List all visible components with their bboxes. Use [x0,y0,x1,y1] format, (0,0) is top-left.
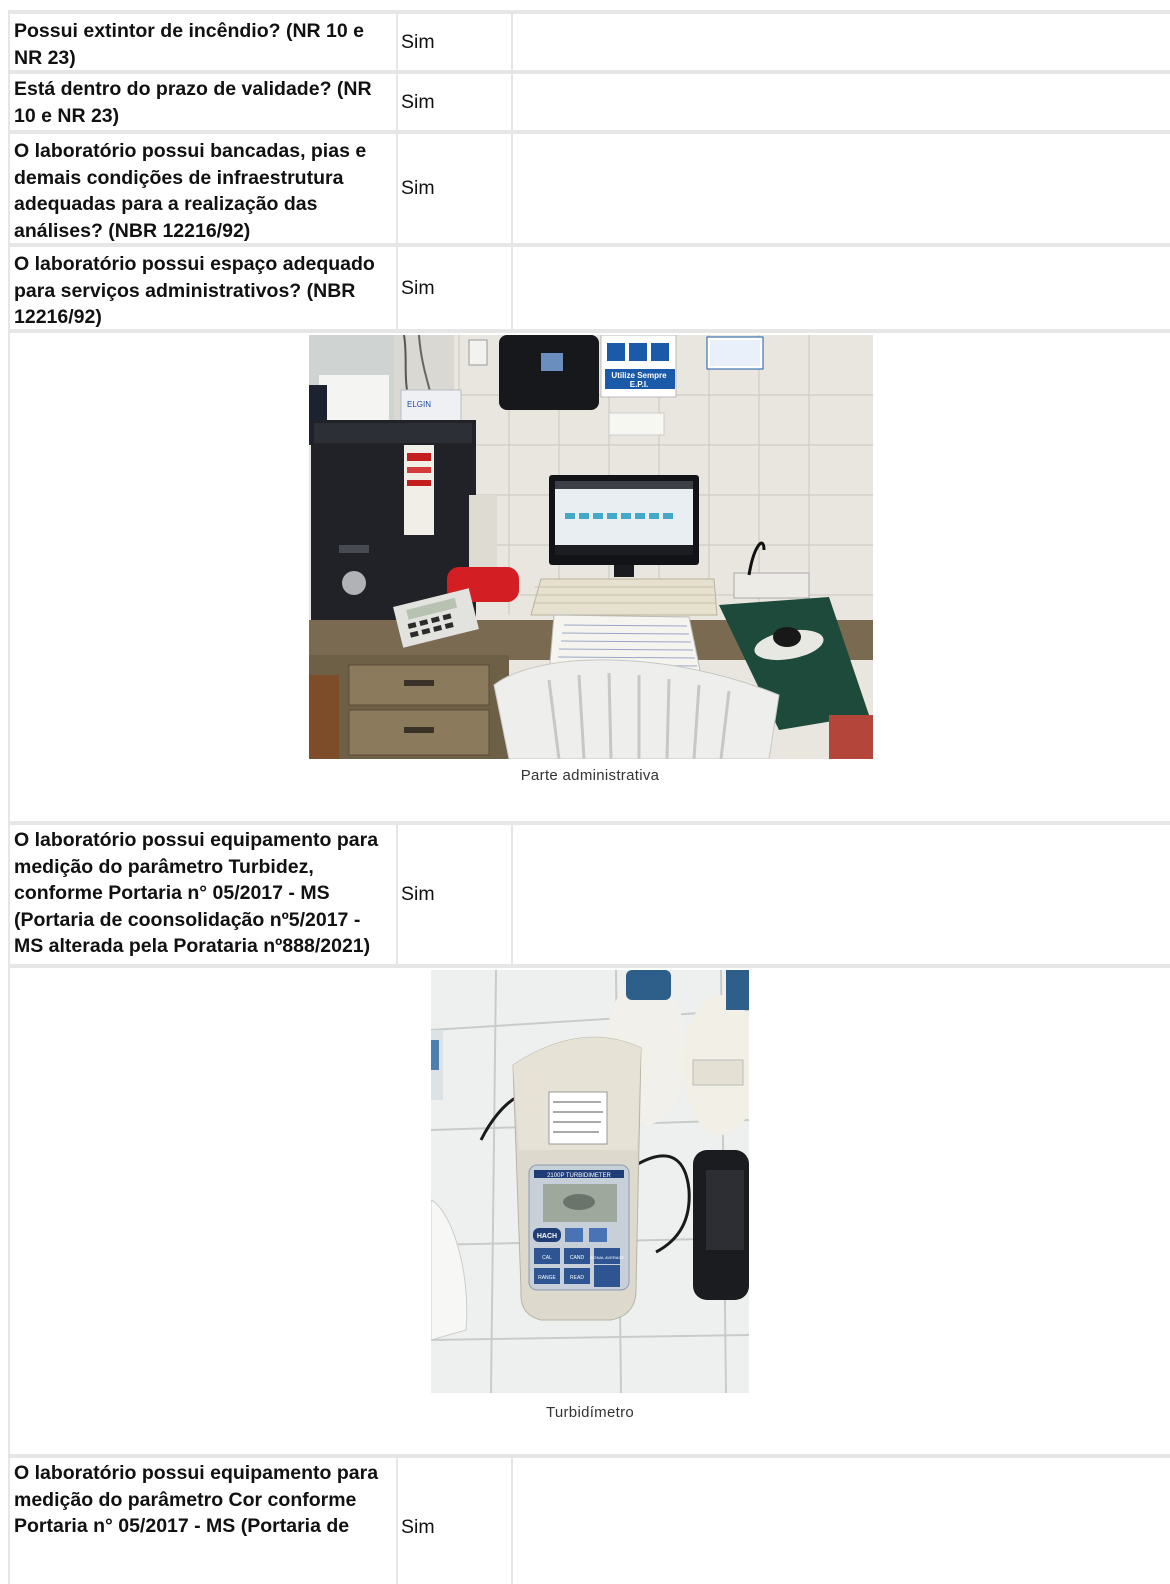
brand-label: HACH [537,1233,557,1240]
photo-administrative: ELGIN Utilize Sempre E.P.I. [309,335,873,759]
answer-text: Sim [398,74,513,130]
checklist-row: O laboratório possui equipamento para me… [8,1454,1170,1584]
photo-row: 2100P TURBIDIMETER HACH CAL CAND SIGNAL … [8,964,1170,1454]
device-title: 2100P TURBIDIMETER [547,1173,611,1179]
key-label: CAL [542,1255,552,1261]
photo-row: ELGIN Utilize Sempre E.P.I. Parte admini… [8,329,1170,821]
question-text: Está dentro do prazo de validade? (NR 10… [8,74,398,130]
sign-text: Utilize Sempre [611,371,667,380]
checklist-row: O laboratório possui equipamento para me… [8,821,1170,964]
checklist-row: O laboratório possui bancadas, pias e de… [8,130,1170,243]
document-page: Possui extintor de incêndio? (NR 10 e NR… [0,0,1170,1584]
checklist-row: O laboratório possui espaço adequado par… [8,243,1170,329]
photo-caption: Parte administrativa [520,767,660,784]
answer-text: Sim [398,134,513,243]
notes-cell [513,74,1170,130]
answer-text: Sim [398,825,513,964]
key-label: RANGE [538,1275,556,1281]
question-text: O laboratório possui equipamento para me… [8,1458,398,1584]
answer-text: Sim [398,1458,513,1584]
question-text: O laboratório possui espaço adequado par… [8,247,398,329]
notes-cell [513,1458,1170,1584]
checklist-row: Está dentro do prazo de validade? (NR 10… [8,70,1170,130]
brand-label: ELGIN [407,400,431,409]
key-label: SIGNAL AVERAGE [590,1255,625,1260]
key-label: READ [570,1275,584,1281]
question-text: Possui extintor de incêndio? (NR 10 e NR… [8,14,398,70]
checklist-row: Possui extintor de incêndio? (NR 10 e NR… [8,10,1170,70]
notes-cell [513,14,1170,70]
notes-cell [513,825,1170,964]
photo-caption: Turbidímetro [545,1404,635,1421]
sign-text: E.P.I. [630,380,649,389]
answer-text: Sim [398,14,513,70]
notes-cell [513,247,1170,329]
photo-turbidimeter: 2100P TURBIDIMETER HACH CAL CAND SIGNAL … [431,970,749,1393]
question-text: O laboratório possui equipamento para me… [8,825,398,964]
answer-text: Sim [398,247,513,329]
question-text: O laboratório possui bancadas, pias e de… [8,134,398,243]
key-label: CAND [570,1255,585,1261]
notes-cell [513,134,1170,243]
